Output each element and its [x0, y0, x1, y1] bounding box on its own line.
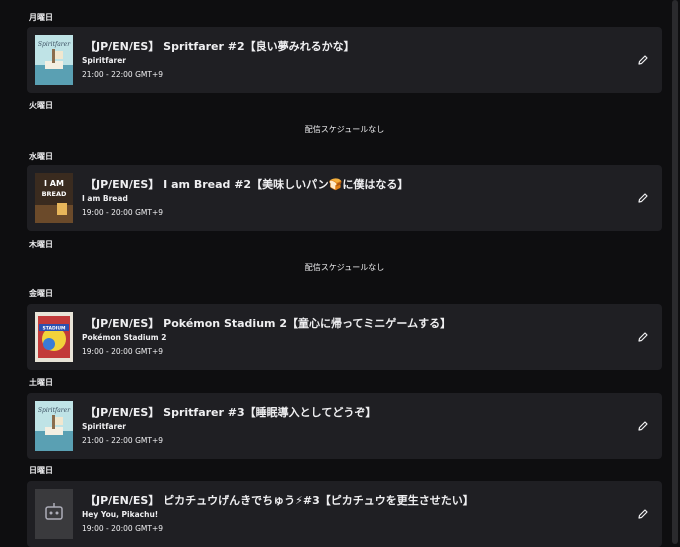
- game-thumbnail: STADIUM: [35, 312, 73, 362]
- edit-pencil-icon[interactable]: [634, 417, 652, 435]
- game-thumbnail: Spiritfarer: [35, 35, 73, 85]
- day-label-wednesday: 水曜日: [29, 152, 53, 161]
- edit-pencil-icon[interactable]: [634, 328, 652, 346]
- stream-time: 21:00 - 22:00 GMT+9: [82, 436, 164, 445]
- thumb-text: Spiritfarer: [38, 41, 71, 48]
- day-label-sunday: 日曜日: [29, 466, 53, 475]
- stream-time: 19:00 - 20:00 GMT+9: [82, 208, 164, 217]
- edit-pencil-icon[interactable]: [634, 189, 652, 207]
- scrollbar-thumb[interactable]: [672, 0, 678, 544]
- stream-game: Pokémon Stadium 2: [82, 333, 167, 342]
- stream-card[interactable]: Spiritfarer 【JP/EN/ES】 Spritfarer #3【睡眠導…: [27, 393, 662, 459]
- day-label-saturday: 土曜日: [29, 378, 53, 387]
- thumb-text: Spiritfarer: [38, 407, 71, 414]
- stream-game: I am Bread: [82, 194, 128, 203]
- day-label-thursday: 木曜日: [29, 240, 53, 249]
- edit-pencil-icon[interactable]: [634, 505, 652, 523]
- stream-game: Spiritfarer: [82, 422, 127, 431]
- stream-card[interactable]: I AM BREAD 【JP/EN/ES】 I am Bread #2【美味しい…: [27, 165, 662, 231]
- svg-text:STADIUM: STADIUM: [43, 326, 67, 332]
- stream-title: 【JP/EN/ES】 Pokémon Stadium 2【童心に帰ってミニゲーム…: [85, 317, 452, 330]
- edit-pencil-icon[interactable]: [634, 51, 652, 69]
- no-schedule-text: 配信スケジュールなし: [304, 263, 385, 272]
- day-label-tuesday: 火曜日: [29, 101, 53, 110]
- stream-title: 【JP/EN/ES】 I am Bread #2【美味しいパン🍞に僕はなる】: [85, 178, 409, 191]
- stream-title: 【JP/EN/ES】 Spritfarer #3【睡眠導入としてどうぞ】: [85, 406, 377, 419]
- stream-card[interactable]: 【JP/EN/ES】 ピカチュウげんきでちゅう⚡#3【ピカチュウを更生させたい】…: [27, 481, 662, 547]
- svg-text:I AM: I AM: [44, 179, 64, 188]
- day-label-monday: 月曜日: [29, 13, 53, 22]
- stream-game: Hey You, Pikachu!: [82, 510, 159, 519]
- svg-text:BREAD: BREAD: [42, 190, 67, 198]
- stream-title: 【JP/EN/ES】 Spritfarer #2【良い夢みれるかな】: [85, 40, 355, 53]
- stream-time: 19:00 - 20:00 GMT+9: [82, 347, 164, 356]
- stream-game: Spiritfarer: [82, 56, 127, 65]
- game-thumbnail: I AM BREAD: [35, 173, 73, 223]
- day-label-friday: 金曜日: [29, 289, 53, 298]
- scrollbar-track[interactable]: [670, 0, 680, 544]
- stream-card[interactable]: Spiritfarer 【JP/EN/ES】 Spritfarer #2【良い夢…: [27, 27, 662, 93]
- game-thumbnail: [35, 489, 73, 539]
- no-schedule-text: 配信スケジュールなし: [304, 125, 385, 134]
- stream-time: 21:00 - 22:00 GMT+9: [82, 70, 164, 79]
- stream-time: 19:00 - 20:00 GMT+9: [82, 524, 164, 533]
- game-thumbnail: Spiritfarer: [35, 401, 73, 451]
- stream-card[interactable]: STADIUM 【JP/EN/ES】 Pokémon Stadium 2【童心に…: [27, 304, 662, 370]
- stream-title: 【JP/EN/ES】 ピカチュウげんきでちゅう⚡#3【ピカチュウを更生させたい】: [85, 494, 474, 507]
